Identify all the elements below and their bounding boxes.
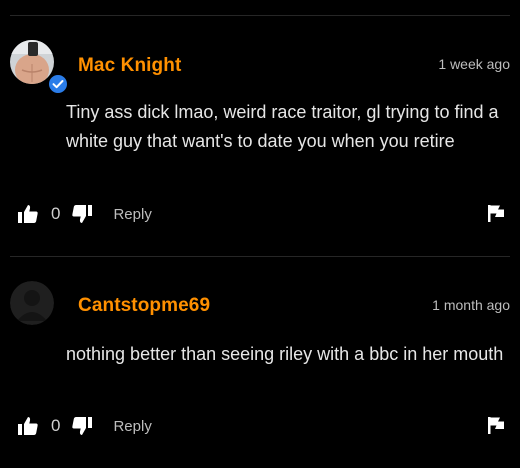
thumbs-down-icon[interactable] <box>71 204 93 224</box>
reply-button[interactable]: Reply <box>113 206 151 223</box>
username[interactable]: Mac Knight <box>78 55 181 77</box>
like-count: 0 <box>51 416 61 435</box>
timestamp: 1 week ago <box>438 56 510 72</box>
top-divider <box>10 15 510 16</box>
comment-actions: 0 Reply <box>17 414 152 438</box>
reply-button[interactable]: Reply <box>113 418 151 435</box>
comment-text: Tiny ass dick lmao, weird race traitor, … <box>66 102 499 151</box>
comment-actions: 0 Reply <box>17 202 152 226</box>
like-count: 0 <box>51 204 61 223</box>
timestamp: 1 month ago <box>432 297 510 313</box>
username[interactable]: Cantstopme69 <box>78 295 210 317</box>
thumbs-up-icon[interactable] <box>17 416 39 436</box>
flag-icon[interactable] <box>487 204 505 227</box>
comment-text: nothing better than seeing riley with a … <box>66 344 504 364</box>
thumbs-down-icon[interactable] <box>71 416 93 436</box>
verified-badge-icon <box>47 73 69 95</box>
comment-divider <box>10 256 510 257</box>
user-avatar[interactable] <box>10 40 54 84</box>
flag-icon[interactable] <box>487 416 505 439</box>
default-avatar-icon[interactable] <box>10 281 54 325</box>
thumbs-up-icon[interactable] <box>17 204 39 224</box>
